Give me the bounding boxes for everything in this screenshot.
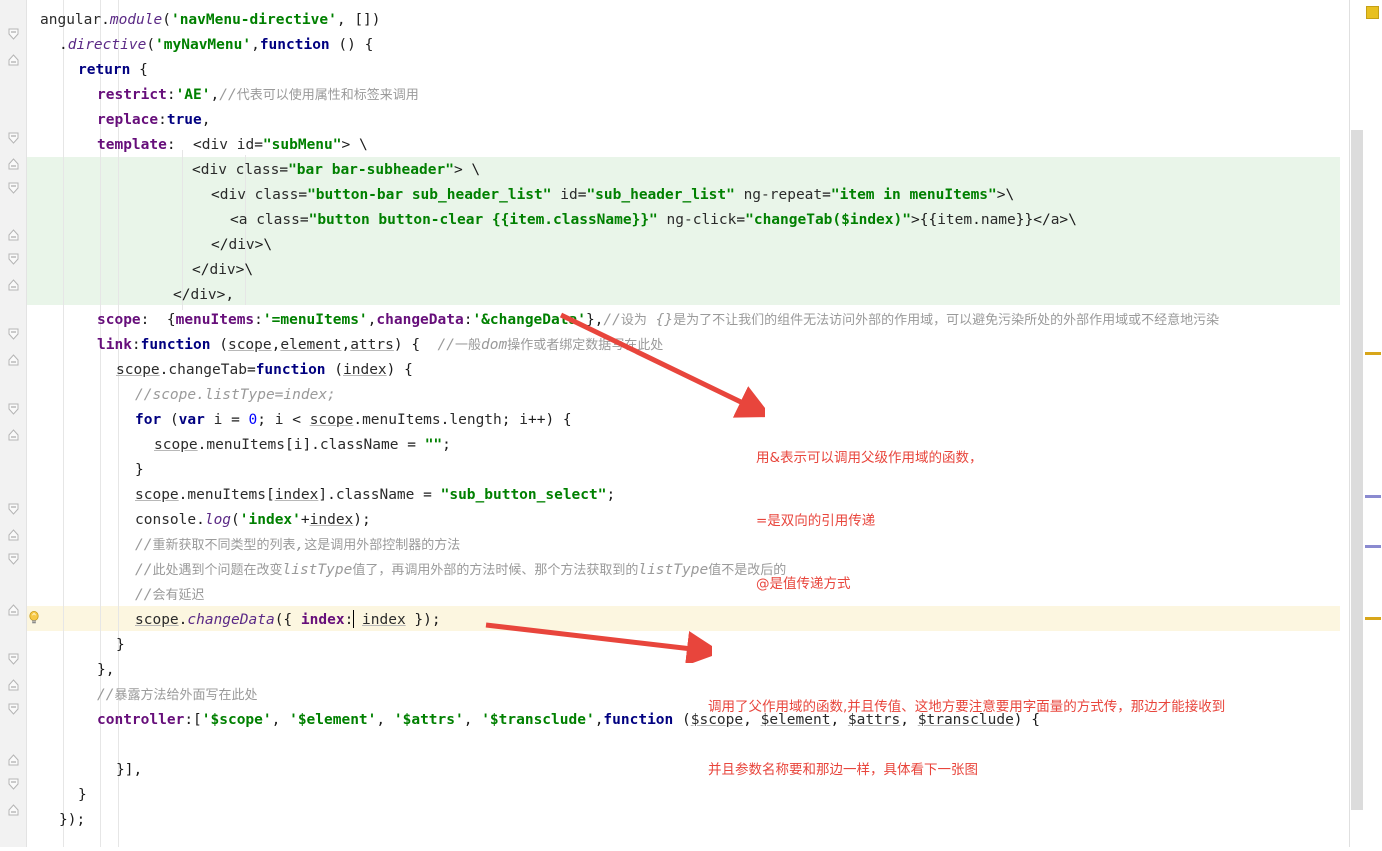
code-line[interactable]: } [135,458,144,483]
text-caret [353,610,354,628]
code-line[interactable]: //scope.listType=index; [135,383,336,408]
code-line[interactable]: <div class="button-bar sub_header_list" … [211,183,1014,208]
fold-marker[interactable] [7,803,20,816]
fold-marker[interactable] [7,157,20,170]
fold-marker[interactable] [7,278,20,291]
caret-position-marker[interactable] [1365,617,1381,620]
error-stripe-marker-bar[interactable] [1364,0,1382,851]
code-line[interactable]: scope.menuItems[index].className = "sub_… [135,483,615,508]
code-line[interactable]: template: <div id="subMenu"> \ [97,133,368,158]
fold-marker[interactable] [7,182,20,195]
annotation-line: 调用了父作用域的函数,并且传值、这地方要注意要用字面量的方式传，那边才能接收到 [708,699,1226,715]
code-line[interactable]: </div>, [173,283,234,308]
fold-marker[interactable] [7,778,20,791]
fold-marker[interactable] [7,428,20,441]
scrollbar-thumb[interactable] [1351,130,1363,810]
intention-bulb-icon[interactable] [26,610,42,626]
code-line[interactable]: </div>\ [211,233,272,258]
code-line[interactable]: //此处遇到个问题在改变listType值了，再调用外部的方法时候、那个方法获取… [135,558,786,583]
code-line[interactable]: scope.menuItems[i].className = ""; [154,433,451,458]
editor-gutter[interactable] [0,0,27,851]
code-line[interactable]: <div class="bar bar-subheader"> \ [192,158,480,183]
code-line[interactable]: return { [78,58,148,83]
fold-marker[interactable] [7,28,20,41]
annotation-change-data: 调用了父作用域的函数,并且传值、这地方要注意要用字面量的方式传，那边才能接收到 … [708,655,1225,823]
fold-marker[interactable] [7,753,20,766]
fold-marker[interactable] [7,678,20,691]
code-line[interactable]: }, [97,658,114,683]
fold-marker[interactable] [7,553,20,566]
annotation-line: =是双向的引用传递 [756,513,876,529]
code-line[interactable]: } [78,783,87,808]
editor-bottom-edge [0,847,1382,851]
fold-marker[interactable] [7,603,20,616]
code-line[interactable]: for (var i = 0; i < scope.menuItems.leng… [135,408,572,433]
fold-marker[interactable] [7,703,20,716]
fold-marker[interactable] [7,503,20,516]
info-marker-2[interactable] [1365,545,1381,548]
code-line[interactable]: restrict:'AE',//代表可以使用属性和标签来调用 [97,83,419,108]
code-line[interactable]: //重新获取不同类型的列表,这是调用外部控制器的方法 [135,533,460,558]
warning-marker-1[interactable] [1365,352,1381,355]
code-line[interactable]: //会有延迟 [135,583,204,608]
annotation-scope-binding: 用&表示可以调用父级作用域的函数， =是双向的引用传递 @是值传递方式 [756,406,983,637]
annotation-line: @是值传递方式 [756,576,851,592]
code-line[interactable]: //暴露方法给外面写在此处 [97,683,257,708]
code-line[interactable]: link:function (scope,element,attrs) { //… [97,333,663,358]
code-line[interactable]: } [116,633,125,658]
fold-marker[interactable] [7,403,20,416]
fold-marker[interactable] [7,528,20,541]
annotation-line: 并且参数名称要和那边一样，具体看下一张图 [708,762,978,778]
code-line[interactable]: <a class="button button-clear {{item.cla… [230,208,1077,233]
fold-marker[interactable] [7,653,20,666]
code-line[interactable]: }], [116,758,142,783]
code-line[interactable]: scope.changeTab=function (index) { [116,358,413,383]
fold-marker[interactable] [7,228,20,241]
code-line[interactable]: .directive('myNavMenu',function () { [59,33,373,58]
info-marker-1[interactable] [1365,495,1381,498]
code-line[interactable]: </div>\ [192,258,253,283]
code-editor[interactable]: angular.module('navMenu-directive', []).… [0,0,1382,851]
fold-marker[interactable] [7,53,20,66]
code-line[interactable]: }); [59,808,85,833]
fold-marker[interactable] [7,253,20,266]
warning-marker-top[interactable] [1366,6,1379,19]
fold-marker[interactable] [7,328,20,341]
code-line[interactable]: replace:true, [97,108,211,133]
fold-marker[interactable] [7,353,20,366]
annotation-line: 用&表示可以调用父级作用域的函数， [756,450,983,466]
code-line[interactable]: console.log('index'+index); [135,508,371,533]
code-line[interactable]: scope: {menuItems:'=menuItems',changeDat… [97,308,1219,333]
code-line[interactable]: angular.module('navMenu-directive', []) [40,8,381,33]
fold-marker[interactable] [7,132,20,145]
code-line[interactable]: scope.changeData({ index: index }); [135,608,441,633]
